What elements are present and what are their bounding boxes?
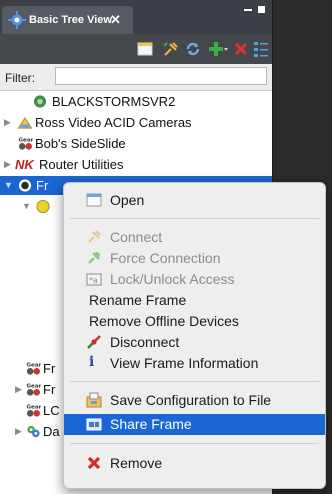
tree-item-label: Fr <box>36 178 49 193</box>
multi-gear-icon <box>27 425 40 438</box>
tree-item-label: BLACKSTORMSVR2 <box>52 94 176 109</box>
gear-device-icon: Gear <box>26 384 41 396</box>
lock-icon: *a <box>86 273 102 286</box>
status-yellow-icon <box>36 199 50 214</box>
menu-item-disconnect[interactable]: Disconnect <box>64 332 325 353</box>
menu-item-remove-offline-devices[interactable]: Remove Offline Devices <box>64 311 325 332</box>
disconnect-plug-icon <box>87 335 101 349</box>
menu-item-force-connection[interactable]: Force Connection <box>64 248 325 269</box>
menu-separator <box>70 443 319 444</box>
tree-item-ross-video-acid-cameras[interactable]: ▶ Ross Video ACID Cameras <box>0 113 272 132</box>
menu-item-rename-frame[interactable]: Rename Frame <box>64 290 325 311</box>
filter-row: Filter: <box>0 64 272 91</box>
collapse-arrow-icon[interactable]: ▼ <box>4 180 13 190</box>
connect-plug-icon[interactable] <box>162 40 180 58</box>
svg-text:Gear: Gear <box>26 405 41 411</box>
filter-input[interactable] <box>55 67 267 85</box>
tree-item-label: Fr <box>43 361 56 376</box>
tree-item-blackstormsvr2[interactable]: BLACKSTORMSVR2 <box>0 92 272 111</box>
tree-item-label: Fr <box>43 382 56 397</box>
tree-gear-icon <box>8 11 26 29</box>
svg-text:Gear: Gear <box>26 363 41 369</box>
svg-text:Gear: Gear <box>18 138 33 144</box>
menu-item-remove[interactable]: Remove <box>64 453 325 474</box>
tree-item-label: LC <box>43 403 60 418</box>
force-connect-icon <box>88 252 100 264</box>
expand-arrow-icon[interactable]: ▶ <box>15 426 22 437</box>
context-menu: Open Connect Force Connection *a Lock/Un… <box>63 182 326 489</box>
tree-item-bobs-sideslide[interactable]: Gear Bob's SideSlide <box>0 134 272 153</box>
menu-separator <box>70 381 319 382</box>
expand-arrow-icon[interactable]: ▶ <box>4 117 11 128</box>
info-icon: i <box>89 354 95 370</box>
menu-item-save-configuration[interactable]: Save Configuration to File <box>64 390 325 411</box>
toolbar <box>0 34 272 64</box>
expand-arrow-icon[interactable]: ▶ <box>15 384 22 395</box>
tree-item-label: Bob's SideSlide <box>35 136 126 151</box>
collapse-arrow-icon[interactable]: ▼ <box>22 201 31 211</box>
server-icon <box>33 95 47 108</box>
tree-item-router-utilities[interactable]: ▶ NK Router Utilities <box>0 155 272 174</box>
tree-item-label: Da <box>43 424 60 439</box>
nk-logo-icon: NK <box>15 157 34 172</box>
tree-item-label: Ross Video ACID Cameras <box>35 115 192 130</box>
svg-text:*a: *a <box>89 276 98 285</box>
share-icon <box>86 418 102 431</box>
remove-x-icon <box>87 456 101 470</box>
gear-device-icon: Gear <box>18 138 33 150</box>
menu-item-open[interactable]: Open <box>64 190 325 211</box>
gear-device-icon: Gear <box>26 363 41 375</box>
save-config-icon <box>86 392 102 408</box>
connect-plug-icon <box>88 230 101 243</box>
document-icon[interactable] <box>136 40 154 58</box>
minimize-icon[interactable] <box>244 9 252 11</box>
tree-item-label: Router Utilities <box>39 157 124 172</box>
close-icon[interactable]: ✕ <box>110 12 121 28</box>
camera-group-icon <box>17 116 33 129</box>
menu-item-view-frame-information[interactable]: i View Frame Information <box>64 353 325 374</box>
expand-arrow-icon[interactable]: ▶ <box>4 159 11 170</box>
menu-separator <box>70 218 319 219</box>
frame-icon <box>18 179 32 192</box>
refresh-icon[interactable] <box>184 40 202 58</box>
open-window-icon <box>86 193 102 207</box>
filter-label: Filter: <box>5 71 35 85</box>
delete-icon[interactable] <box>232 40 250 58</box>
tab-basic-tree-view[interactable]: Basic Tree View ✕ <box>2 6 133 34</box>
svg-text:Gear: Gear <box>26 384 41 390</box>
menu-item-share-frame[interactable]: Share Frame <box>64 414 325 435</box>
maximize-icon[interactable] <box>258 6 265 13</box>
menu-item-lock-unlock-access[interactable]: *a Lock/Unlock Access <box>64 269 325 290</box>
tab-title: Basic Tree View <box>29 14 112 26</box>
tab-bar: Basic Tree View ✕ <box>0 0 272 34</box>
gear-device-icon: Gear <box>26 405 41 417</box>
menu-item-connect[interactable]: Connect <box>64 227 325 248</box>
tree-list-icon[interactable] <box>252 40 270 58</box>
